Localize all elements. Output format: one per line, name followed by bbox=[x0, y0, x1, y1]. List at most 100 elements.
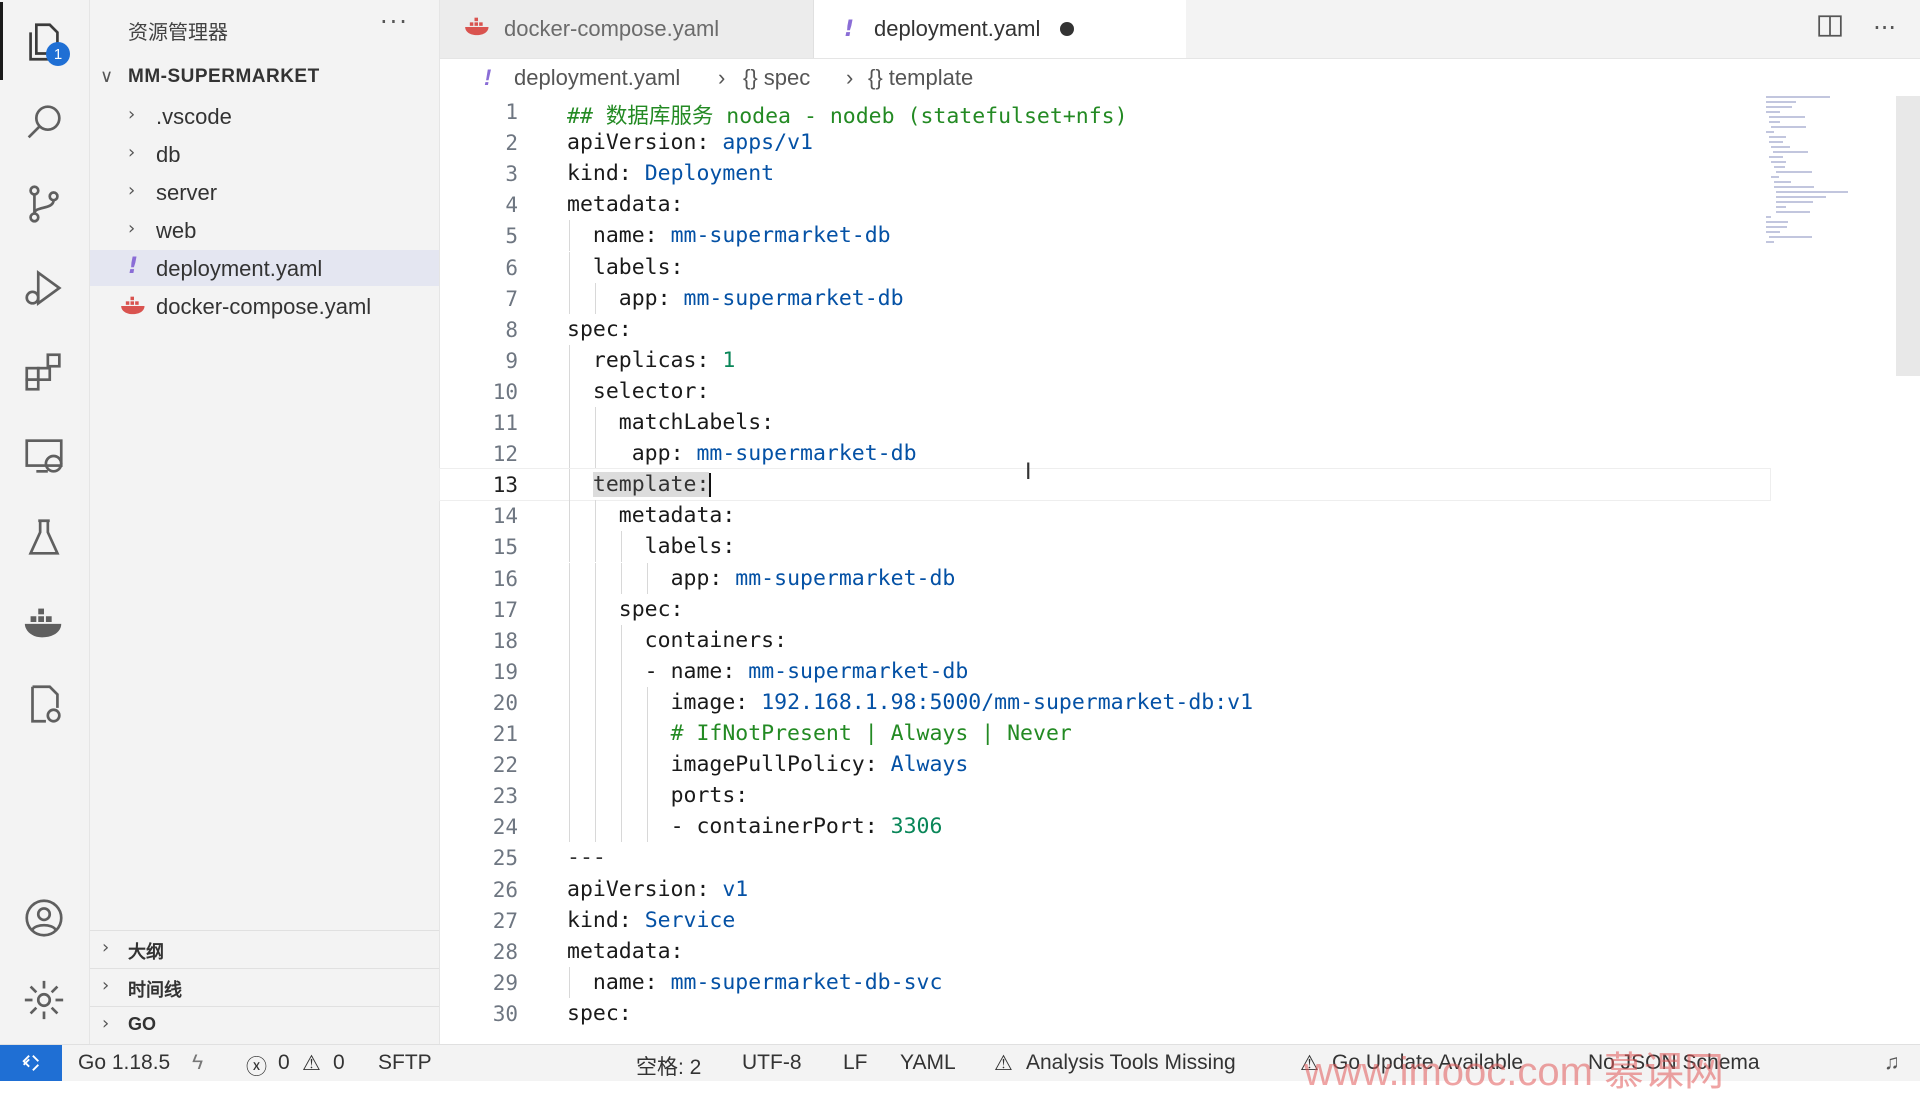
line-number: 16 bbox=[492, 566, 518, 591]
tree-folder-web[interactable]: › web bbox=[90, 212, 439, 248]
code-line[interactable]: 19 - name: mm-supermarket-db bbox=[440, 655, 1770, 687]
tree-file-deployment-yaml[interactable]: ! deployment.yaml bbox=[90, 250, 439, 286]
code-line[interactable]: 12 app: mm-supermarket-db bbox=[440, 438, 1770, 470]
encoding-status[interactable]: UTF-8 bbox=[742, 1051, 802, 1075]
scrollbar-thumb[interactable] bbox=[1896, 96, 1920, 376]
extensions-icon[interactable] bbox=[14, 342, 74, 402]
code-line[interactable]: 21 # IfNotPresent | Always | Never bbox=[440, 718, 1770, 750]
minimap-line bbox=[1776, 191, 1849, 193]
code-line[interactable]: 14 metadata: bbox=[440, 500, 1770, 532]
code-text: app: mm-supermarket-db bbox=[670, 565, 956, 591]
indent-guide bbox=[569, 531, 570, 563]
indent-guide bbox=[595, 749, 596, 781]
code-line[interactable]: 24 - containerPort: 3306 bbox=[440, 811, 1770, 843]
indent-guide bbox=[569, 407, 570, 439]
sftp-status[interactable]: SFTP bbox=[378, 1051, 432, 1075]
unsaved-dot-icon[interactable] bbox=[1060, 22, 1075, 36]
tab-docker-compose[interactable]: docker-compose.yaml bbox=[440, 0, 814, 58]
remote-indicator-icon[interactable] bbox=[0, 1045, 62, 1081]
indent-guide bbox=[569, 780, 570, 812]
tab-label: docker-compose.yaml bbox=[504, 16, 720, 41]
breadcrumb-item[interactable]: {} template bbox=[868, 65, 973, 91]
breadcrumb-item[interactable]: deployment.yaml bbox=[514, 65, 680, 91]
code-editor[interactable]: 1 ## 数据库服务 nodea - nodeb (statefulset+nfs… bbox=[439, 96, 1920, 1042]
code-line[interactable]: 18 containers: bbox=[440, 624, 1770, 656]
indent-guide bbox=[621, 655, 622, 687]
code-line[interactable]: 15 labels: bbox=[440, 531, 1770, 563]
line-number: 1 bbox=[505, 100, 518, 124]
tree-item-label: .vscode bbox=[156, 104, 232, 129]
more-actions-icon[interactable]: ··· bbox=[380, 8, 409, 36]
lightning-icon: ϟ bbox=[192, 1051, 204, 1074]
code-line[interactable]: 2 apiVersion: apps/v1 bbox=[440, 127, 1770, 158]
indent-guide bbox=[569, 593, 570, 625]
yaml-file-icon: ! bbox=[128, 254, 139, 279]
code-line[interactable]: 9 replicas: 1 bbox=[440, 344, 1770, 376]
indent-guide bbox=[647, 562, 648, 594]
tree-folder-server[interactable]: › server bbox=[90, 174, 439, 210]
code-line[interactable]: 11 matchLabels: bbox=[440, 407, 1770, 439]
source-control-icon[interactable] bbox=[14, 174, 74, 234]
indent-guide bbox=[569, 811, 570, 843]
docker-file-icon bbox=[464, 17, 492, 41]
code-line[interactable]: 6 labels: bbox=[440, 251, 1770, 283]
docker-icon[interactable] bbox=[14, 592, 74, 652]
notifications-bell-icon[interactable]: ♫ bbox=[1884, 1051, 1900, 1075]
minimap-line bbox=[1768, 236, 1812, 238]
language-mode-status[interactable]: YAML bbox=[900, 1051, 956, 1075]
tree-file-docker-compose[interactable]: docker-compose.yaml bbox=[90, 288, 439, 324]
code-text: containers: bbox=[644, 627, 788, 653]
remote-explorer-icon[interactable] bbox=[14, 426, 74, 486]
split-editor-icon[interactable] bbox=[1817, 14, 1843, 44]
breadcrumb-item[interactable]: {} spec bbox=[743, 65, 810, 91]
indent-status[interactable]: 空格: 2 bbox=[636, 1051, 701, 1081]
eol-status[interactable]: LF bbox=[843, 1051, 868, 1075]
vertical-scrollbar[interactable] bbox=[1896, 96, 1920, 1042]
warning-icon[interactable]: ⚠ bbox=[302, 1051, 321, 1076]
account-icon[interactable] bbox=[14, 888, 74, 948]
code-line[interactable]: 1 ## 数据库服务 nodea - nodeb (statefulset+nfs… bbox=[440, 96, 1770, 129]
error-icon[interactable]: ⓧ bbox=[246, 1051, 267, 1081]
run-debug-icon[interactable] bbox=[14, 258, 74, 318]
code-line[interactable]: 5 name: mm-supermarket-db bbox=[440, 220, 1770, 252]
tree-folder-vscode[interactable]: › .vscode bbox=[90, 98, 439, 134]
code-line[interactable]: 23 ports: bbox=[440, 780, 1770, 812]
code-line[interactable]: 27 kind: Service bbox=[440, 905, 1770, 936]
tab-deployment-yaml[interactable]: ! deployment.yaml bbox=[814, 0, 1186, 58]
tree-item-label: db bbox=[156, 142, 181, 167]
testing-icon[interactable] bbox=[14, 508, 74, 568]
code-line[interactable]: 3 kind: Deployment bbox=[440, 158, 1770, 189]
code-line[interactable]: 4 metadata: bbox=[440, 189, 1770, 220]
code-line[interactable]: 7 app: mm-supermarket-db bbox=[440, 282, 1770, 314]
search-icon[interactable] bbox=[14, 92, 74, 152]
go-section[interactable]: › GO bbox=[90, 1006, 439, 1043]
outline-section[interactable]: › 大纲 bbox=[90, 930, 439, 967]
code-line[interactable]: 28 metadata: bbox=[440, 936, 1770, 967]
indent-guide bbox=[595, 686, 596, 718]
code-line[interactable]: 22 imagePullPolicy: Always bbox=[440, 749, 1770, 781]
minimap-line bbox=[1766, 226, 1787, 228]
minimap[interactable] bbox=[1766, 96, 1886, 276]
go-version-status[interactable]: Go 1.18.5 bbox=[78, 1051, 170, 1075]
indent-guide bbox=[569, 749, 570, 781]
settings-gear-icon[interactable] bbox=[14, 970, 74, 1030]
indent-guide bbox=[621, 780, 622, 812]
timeline-section[interactable]: › 时间线 bbox=[90, 968, 439, 1005]
code-line[interactable]: 13 template: bbox=[439, 468, 1771, 502]
warning-count[interactable]: 0 bbox=[333, 1051, 345, 1075]
analysis-tools-status[interactable]: Analysis Tools Missing bbox=[1026, 1051, 1236, 1075]
tree-folder-db[interactable]: › db bbox=[90, 136, 439, 172]
code-line[interactable]: 29 name: mm-supermarket-db-svc bbox=[440, 966, 1770, 998]
code-line[interactable]: 16 app: mm-supermarket-db bbox=[440, 562, 1770, 594]
more-actions-icon[interactable]: ··· bbox=[1873, 14, 1896, 44]
file-history-icon[interactable] bbox=[14, 674, 74, 734]
code-line[interactable]: 30 spec: bbox=[440, 998, 1770, 1029]
error-count[interactable]: 0 bbox=[278, 1051, 290, 1075]
project-section-header[interactable]: ∨ MM-SUPERMARKET bbox=[90, 62, 439, 94]
code-line[interactable]: 26 apiVersion: v1 bbox=[440, 874, 1770, 905]
code-line[interactable]: 25 --- bbox=[440, 842, 1770, 873]
code-line[interactable]: 8 spec: bbox=[440, 314, 1770, 345]
code-line[interactable]: 10 selector: bbox=[440, 375, 1770, 407]
code-line[interactable]: 17 spec: bbox=[440, 593, 1770, 625]
code-line[interactable]: 20 image: 192.168.1.98:5000/mm-supermark… bbox=[440, 686, 1770, 718]
